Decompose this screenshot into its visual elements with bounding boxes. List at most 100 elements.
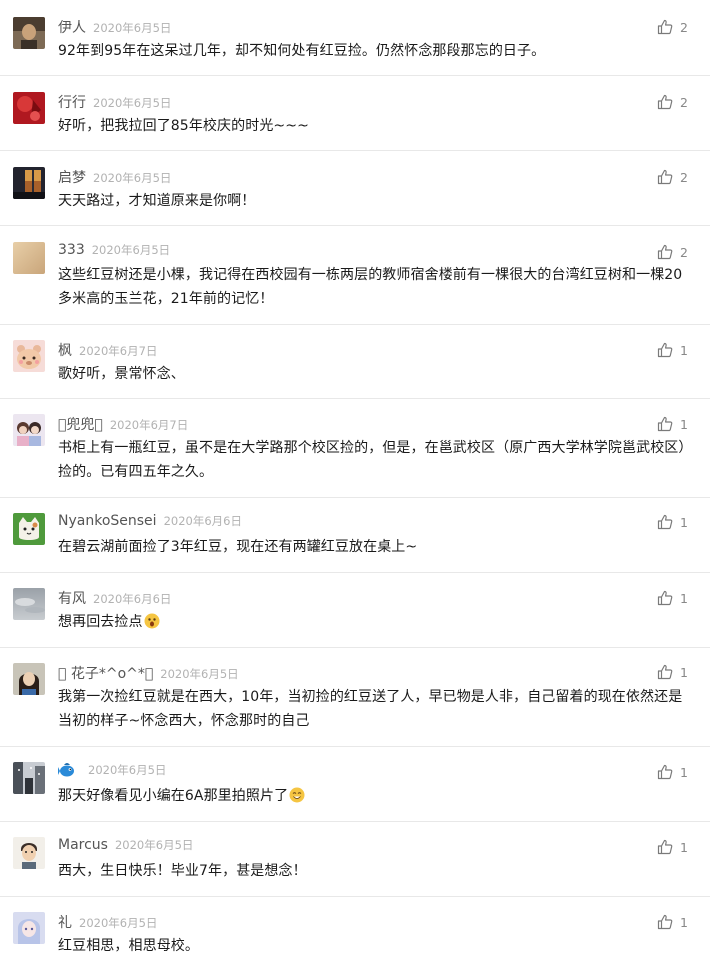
thumbs-up-icon xyxy=(657,514,673,530)
cartoon-bear-avatar[interactable] xyxy=(13,340,45,372)
comment-author[interactable]: 有风 xyxy=(58,588,86,608)
smile-face-emoji xyxy=(289,787,305,803)
comment-text: 书柜上有一瓶红豆，虽不是在大学路那个校区捡的，但是，在邕武校区（原广西大学林学院… xyxy=(58,440,693,480)
beige-blank-avatar[interactable] xyxy=(13,242,45,274)
thumbs-up-icon xyxy=(657,416,673,432)
comment-item: 行行 2020年6月5日 2 好听，把我拉回了85年校庆的时光~~~ xyxy=(0,76,710,151)
like-count: 2 xyxy=(680,244,688,260)
comment-time: 2020年6月6日 xyxy=(163,514,242,528)
like-button[interactable]: 1 xyxy=(657,416,688,432)
sunset-window-avatar[interactable] xyxy=(13,167,45,199)
anime-girl-avatar[interactable] xyxy=(13,912,45,944)
comment-author[interactable]: NyankoSensei xyxy=(58,513,157,529)
comment-item: 󰀀 花子*^o^*󰀀 2020年6月5日 1 我第一次捡红豆就是在西大，10年，… xyxy=(0,648,710,747)
comment-time: 2020年6月5日 xyxy=(91,243,171,257)
comment-text-row: 想再回去捡点 xyxy=(58,610,696,634)
comment-time: 2020年6月6日 xyxy=(93,592,172,606)
comment-time: 2020年6月5日 xyxy=(114,838,194,852)
comment-author[interactable]: 启梦 xyxy=(58,167,86,187)
like-button[interactable]: 1 xyxy=(657,764,688,780)
comment-time: 2020年6月5日 xyxy=(93,171,172,185)
comment-item: 启梦 2020年6月5日 2 天天路过，才知道原来是你啊！ xyxy=(0,151,710,226)
thumbs-up-icon xyxy=(657,839,673,855)
comment-text: 红豆相思，相思母校。 xyxy=(58,938,199,954)
thumbs-up-icon xyxy=(657,764,673,780)
like-button[interactable]: 1 xyxy=(657,514,688,530)
comment-time: 2020年6月5日 xyxy=(160,667,239,681)
blue-fish-icon xyxy=(58,762,76,778)
like-count: 2 xyxy=(680,169,688,185)
comment-text: 好听，把我拉回了85年校庆的时光~~~ xyxy=(58,118,309,134)
comment-item: NyankoSensei 2020年6月6日 1 在碧云湖前面捡了3年红豆，现在… xyxy=(0,498,710,573)
like-button[interactable]: 1 xyxy=(657,342,688,358)
comment-item: 伊人 2020年6月5日 2 92年到95年在这呆过几年，却不知何处有红豆捡。仍… xyxy=(0,0,710,76)
like-count: 2 xyxy=(680,19,688,35)
like-count: 1 xyxy=(680,590,688,606)
like-button[interactable]: 2 xyxy=(657,94,688,110)
like-count: 1 xyxy=(680,664,688,680)
comment-time: 2020年6月5日 xyxy=(88,763,167,777)
like-count: 2 xyxy=(680,94,688,110)
comment-text: 那天好像看见小编在6A那里拍照片了 xyxy=(58,788,289,804)
cat-cartoon-avatar[interactable] xyxy=(13,513,45,545)
like-count: 1 xyxy=(680,514,688,530)
thumbs-up-icon xyxy=(657,914,673,930)
like-button[interactable]: 1 xyxy=(657,590,688,606)
snowy-street-avatar[interactable] xyxy=(13,762,45,794)
like-count: 1 xyxy=(680,914,688,930)
thumbs-up-icon xyxy=(657,94,673,110)
comment-author[interactable]: Marcus xyxy=(58,837,108,853)
girl-portrait-avatar[interactable] xyxy=(13,663,45,695)
man-portrait-avatar[interactable] xyxy=(13,17,45,49)
comment-item: 2020年6月5日 1 那天好像看见小编在6A那里拍照片了 xyxy=(0,747,710,822)
thumbs-up-icon xyxy=(657,169,673,185)
comment-text: 西大，生日快乐！毕业7年，甚是想念！ xyxy=(58,863,307,879)
like-count: 1 xyxy=(680,416,688,432)
like-button[interactable]: 1 xyxy=(657,839,688,855)
comment-time: 2020年6月7日 xyxy=(79,344,158,358)
like-button[interactable]: 2 xyxy=(657,169,688,185)
comment-text: 天天路过，才知道原来是你啊！ xyxy=(58,193,256,209)
comment-text: 我第一次捡红豆就是在西大，10年，当初捡的红豆送了人，早已物是人非，自己留着的现… xyxy=(58,689,683,729)
comment-item: 有风 2020年6月6日 1 想再回去捡点 xyxy=(0,573,710,648)
like-button[interactable]: 2 xyxy=(657,244,688,260)
comment-author[interactable]: 󰀀兜兜󰀀 xyxy=(58,414,103,434)
comment-item: 礼 2020年6月5日 1 红豆相思，相思母校。 xyxy=(0,897,710,965)
comment-list: 伊人 2020年6月5日 2 92年到95年在这呆过几年，却不知何处有红豆捡。仍… xyxy=(0,0,710,965)
comment-time: 2020年6月7日 xyxy=(109,418,189,432)
comment-author[interactable]: 行行 xyxy=(58,92,86,112)
comment-text: 歌好听，景常怀念、 xyxy=(58,366,185,382)
comment-item: 󰀀兜兜󰀀 2020年6月7日 1 书柜上有一瓶红豆，虽不是在大学路那个校区捡的，… xyxy=(0,399,710,498)
comment-author[interactable]: 󰀀 花子*^o^*󰀀 xyxy=(58,663,153,683)
like-button[interactable]: 2 xyxy=(657,19,688,35)
comment-item: 枫 2020年6月7日 1 歌好听，景常怀念、 xyxy=(0,325,710,399)
comment-text: 这些红豆树还是小棵，我记得在西校园有一栋两层的教师宿舍楼前有一棵很大的台湾红豆树… xyxy=(58,267,683,307)
like-button[interactable]: 1 xyxy=(657,664,688,680)
like-count: 1 xyxy=(680,764,688,780)
red-figure-avatar[interactable] xyxy=(13,92,45,124)
thumbs-up-icon xyxy=(657,342,673,358)
comment-text: 在碧云湖前面捡了3年红豆，现在还有两罐红豆放在桌上~ xyxy=(58,539,418,555)
comment-time: 2020年6月5日 xyxy=(93,96,172,110)
comment-author[interactable]: 枫 xyxy=(58,340,72,360)
comment-author[interactable]: 礼 xyxy=(58,912,72,932)
comment-author[interactable]: 伊人 xyxy=(58,17,86,37)
comment-author[interactable]: 333 xyxy=(58,242,85,258)
comment-time: 2020年6月5日 xyxy=(93,21,172,35)
comment-text-row: 那天好像看见小编在6A那里拍照片了 xyxy=(58,784,696,808)
cartoon-man-avatar[interactable] xyxy=(13,837,45,869)
thumbs-up-icon xyxy=(657,244,673,260)
comment-item: Marcus 2020年6月5日 1 西大，生日快乐！毕业7年，甚是想念！ xyxy=(0,822,710,897)
comment-text: 92年到95年在这呆过几年，却不知何处有红豆捡。仍然怀念那段那忘的日子。 xyxy=(58,43,546,59)
surprised-face-emoji xyxy=(144,613,160,629)
cloudy-sky-avatar[interactable] xyxy=(13,588,45,620)
like-count: 1 xyxy=(680,342,688,358)
comment-time: 2020年6月5日 xyxy=(79,916,158,930)
couple-photo-avatar[interactable] xyxy=(13,414,45,446)
comment-text: 想再回去捡点 xyxy=(58,614,143,630)
like-button[interactable]: 1 xyxy=(657,914,688,930)
comment-item: 333 2020年6月5日 2 这些红豆树还是小棵，我记得在西校园有一栋两层的教… xyxy=(0,226,710,325)
like-count: 1 xyxy=(680,839,688,855)
thumbs-up-icon xyxy=(657,664,673,680)
thumbs-up-icon xyxy=(657,19,673,35)
